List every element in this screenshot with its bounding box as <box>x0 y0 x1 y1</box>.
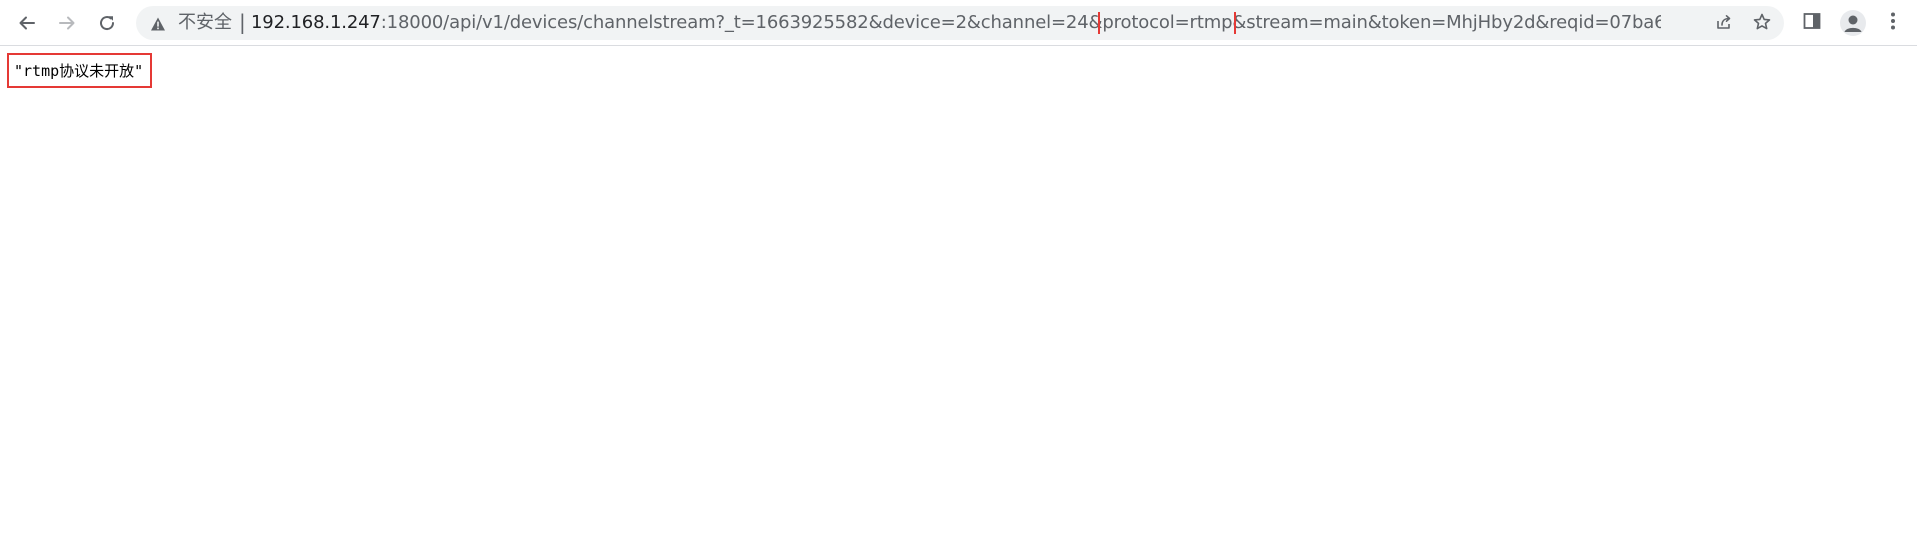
profile-button[interactable] <box>1840 10 1866 36</box>
url-text[interactable]: 192.168.1.247:18000/api/v1/devices/chann… <box>251 12 1661 34</box>
security-separator: | <box>239 10 246 34</box>
url-path-after: &stream=main&token=MhjHby2d&reqid=07ba6d… <box>1232 12 1661 33</box>
side-panel-button[interactable] <box>1800 11 1824 35</box>
security-label[interactable]: 不安全 <box>178 12 232 34</box>
forward-button[interactable] <box>51 7 83 39</box>
share-button[interactable] <box>1713 13 1735 35</box>
more-vert-icon <box>1890 11 1896 35</box>
address-bar[interactable]: 不安全 | 192.168.1.247:18000/api/v1/devices… <box>136 6 1784 40</box>
browser-toolbar: 不安全 | 192.168.1.247:18000/api/v1/devices… <box>0 0 1917 46</box>
menu-button[interactable] <box>1881 11 1905 35</box>
share-icon <box>1714 12 1734 36</box>
back-arrow-icon <box>17 13 37 33</box>
star-icon <box>1752 12 1772 36</box>
bookmark-button[interactable] <box>1751 13 1773 35</box>
response-body-text: "rtmp协议未开放" <box>7 53 153 88</box>
reload-button[interactable] <box>91 7 123 39</box>
profile-icon <box>1840 15 1866 36</box>
warning-icon[interactable] <box>150 16 166 32</box>
back-button[interactable] <box>11 7 43 39</box>
side-panel-icon <box>1803 12 1821 34</box>
url-host: 192.168.1.247 <box>251 12 381 33</box>
url-highlighted-param: protocol=rtmp <box>1098 12 1237 34</box>
forward-arrow-icon <box>57 13 77 33</box>
url-path-before: :18000/api/v1/devices/channelstream?_t=1… <box>380 12 1103 33</box>
reload-icon <box>97 13 117 33</box>
